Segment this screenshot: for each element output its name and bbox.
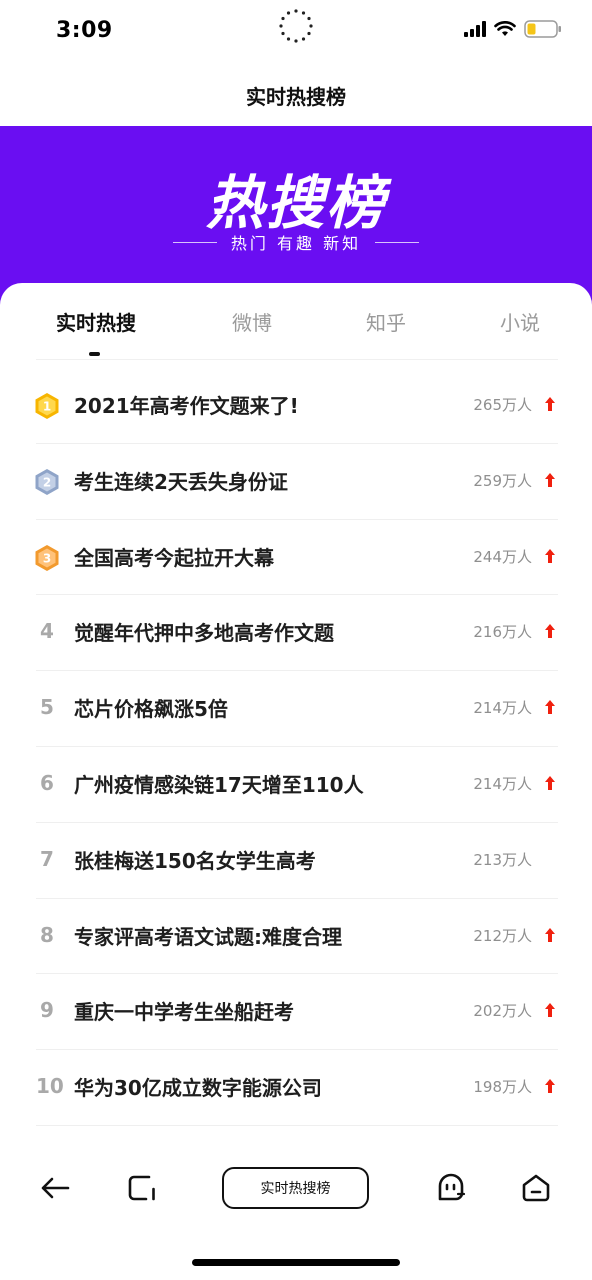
item-title[interactable]: 华为30亿成立数字能源公司 bbox=[74, 1072, 322, 1101]
tab-weibo[interactable]: 微博 bbox=[232, 307, 272, 336]
tab-zhihu[interactable]: 知乎 bbox=[366, 307, 406, 336]
list-item[interactable]: 1 2021年高考作文题来了! 265万人 bbox=[34, 368, 558, 444]
gold-medal-icon: 1 bbox=[34, 392, 60, 420]
hot-search-list: 1 2021年高考作文题来了! 265万人 2 考生连续2天丢失身份证 259万… bbox=[34, 368, 558, 1126]
svg-text:1: 1 bbox=[43, 400, 51, 414]
banner-subtitle: 热门 有趣 新知 bbox=[0, 230, 592, 254]
status-indicators bbox=[464, 20, 562, 38]
item-title[interactable]: 全国高考今起拉开大幕 bbox=[74, 542, 274, 571]
list-item[interactable]: 5 芯片价格飙涨5倍 214万人 bbox=[36, 671, 558, 747]
item-title[interactable]: 觉醒年代押中多地高考作文题 bbox=[74, 617, 334, 646]
tabs-divider bbox=[36, 359, 558, 360]
silver-medal-icon: 2 bbox=[34, 468, 60, 496]
back-arrow-icon[interactable] bbox=[38, 1171, 72, 1205]
tab-realtime[interactable]: 实时热搜 bbox=[56, 307, 136, 336]
item-title[interactable]: 考生连续2天丢失身份证 bbox=[74, 466, 288, 495]
item-count: 259万人 bbox=[473, 471, 532, 490]
item-count: 265万人 bbox=[473, 396, 532, 414]
battery-icon bbox=[524, 20, 561, 38]
home-indicator[interactable] bbox=[192, 1259, 400, 1266]
trend-up-icon bbox=[545, 624, 555, 639]
hot-list-card: 实时热搜 微博 知乎 小说 1 2021年高考作文题来了! 265万人 2 考生… bbox=[0, 283, 592, 1143]
banner-logo: 热搜榜 bbox=[205, 169, 386, 237]
trend-up-icon bbox=[545, 397, 555, 411]
list-item[interactable]: 3 全国高考今起拉开大幕 244万人 bbox=[34, 520, 558, 596]
trend-up-icon bbox=[545, 1003, 555, 1018]
category-tabs: 实时热搜 微博 知乎 小说 bbox=[0, 283, 592, 360]
item-count: 216万人 bbox=[473, 623, 532, 642]
loading-spinner-icon bbox=[278, 8, 314, 44]
page-title: 实时热搜榜 bbox=[246, 84, 346, 109]
item-rank: 6 bbox=[40, 770, 54, 795]
item-title[interactable]: 广州疫情感染链17天增至110人 bbox=[74, 769, 364, 798]
item-count: 212万人 bbox=[473, 926, 532, 945]
item-count: 214万人 bbox=[473, 774, 532, 793]
list-item[interactable]: 6 广州疫情感染链17天增至110人 214万人 bbox=[36, 747, 558, 823]
trend-up-icon bbox=[545, 1079, 555, 1094]
bottom-toolbar: 实时热搜榜 bbox=[0, 1143, 592, 1237]
trend-up-icon bbox=[545, 700, 555, 715]
tabs-icon[interactable] bbox=[125, 1171, 159, 1205]
item-count: 213万人 bbox=[473, 850, 532, 869]
item-count: 198万人 bbox=[473, 1078, 532, 1097]
item-rank: 9 bbox=[40, 998, 54, 1023]
item-rank: 10 bbox=[36, 1074, 64, 1099]
banner-subtitle-text: 热门 有趣 新知 bbox=[230, 234, 362, 253]
wifi-icon bbox=[494, 21, 516, 36]
item-count: 214万人 bbox=[473, 699, 532, 718]
divider-line bbox=[375, 241, 420, 243]
assistant-icon[interactable] bbox=[434, 1171, 468, 1205]
item-rank: 4 bbox=[40, 619, 54, 644]
list-item[interactable]: 2 考生连续2天丢失身份证 259万人 bbox=[34, 444, 558, 520]
item-rank: 8 bbox=[40, 922, 54, 947]
page-title-bar: 实时热搜榜 bbox=[0, 64, 592, 126]
active-tab-indicator bbox=[89, 352, 100, 356]
list-item[interactable]: 8 专家评高考语文试题:难度合理 212万人 bbox=[36, 899, 558, 975]
bronze-medal-icon: 3 bbox=[34, 544, 60, 572]
list-item[interactable]: 10 华为30亿成立数字能源公司 198万人 bbox=[36, 1050, 558, 1126]
list-item[interactable]: 7 张桂梅送150名女学生高考 213万人 bbox=[36, 823, 558, 899]
tab-novel[interactable]: 小说 bbox=[500, 307, 540, 336]
item-title[interactable]: 芯片价格飙涨5倍 bbox=[74, 693, 228, 722]
svg-text:2: 2 bbox=[43, 475, 51, 489]
home-icon[interactable] bbox=[519, 1171, 553, 1205]
item-title[interactable]: 张桂梅送150名女学生高考 bbox=[74, 845, 316, 874]
svg-text:3: 3 bbox=[43, 551, 51, 565]
trend-up-icon bbox=[545, 548, 555, 563]
list-item[interactable]: 4 觉醒年代押中多地高考作文题 216万人 bbox=[36, 595, 558, 672]
item-title[interactable]: 2021年高考作文题来了! bbox=[74, 390, 299, 419]
status-time: 3:09 bbox=[56, 18, 113, 43]
divider-line bbox=[172, 241, 217, 243]
trend-up-icon bbox=[545, 927, 555, 942]
item-count: 244万人 bbox=[473, 547, 532, 566]
current-page-button[interactable]: 实时热搜榜 bbox=[222, 1167, 369, 1209]
item-title[interactable]: 专家评高考语文试题:难度合理 bbox=[74, 921, 342, 950]
list-item[interactable]: 9 重庆一中学考生坐船赶考 202万人 bbox=[36, 974, 558, 1051]
status-bar: 3:09 bbox=[0, 0, 592, 64]
cellular-signal-icon bbox=[464, 21, 486, 37]
trend-up-icon bbox=[545, 775, 555, 790]
trend-up-icon bbox=[545, 472, 555, 487]
item-rank: 7 bbox=[40, 846, 54, 871]
item-title[interactable]: 重庆一中学考生坐船赶考 bbox=[74, 996, 294, 1025]
item-rank: 5 bbox=[40, 695, 54, 720]
item-count: 202万人 bbox=[473, 1002, 532, 1021]
